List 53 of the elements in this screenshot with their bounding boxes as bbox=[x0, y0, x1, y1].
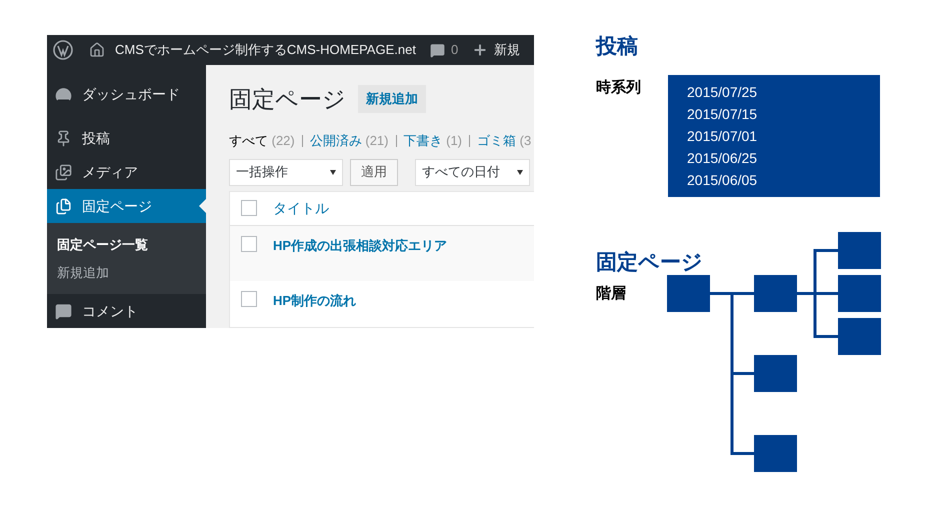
menu-icon bbox=[55, 164, 72, 180]
page-title-link[interactable]: HP制作の流れ bbox=[273, 290, 356, 310]
apply-button[interactable]: 適用 bbox=[350, 158, 398, 186]
post-date: 2015/06/05 bbox=[687, 171, 758, 190]
current-pointer-icon bbox=[199, 199, 206, 213]
menu-icon bbox=[55, 86, 72, 102]
sidebar-item[interactable]: 投稿 bbox=[47, 121, 206, 155]
tree-node bbox=[838, 318, 881, 355]
section-heading: 固定ページ bbox=[596, 250, 703, 276]
checkbox[interactable] bbox=[241, 200, 257, 216]
post-date: 2015/07/25 bbox=[687, 83, 758, 102]
page-title-link[interactable]: HP作成の出張相談対応エリア bbox=[273, 236, 448, 255]
section-label: 時系列 bbox=[596, 78, 642, 98]
post-date: 2015/07/15 bbox=[687, 105, 758, 124]
post-date: 2015/07/01 bbox=[687, 127, 758, 146]
dropdown-caret-icon bbox=[517, 170, 523, 174]
checkbox[interactable] bbox=[241, 290, 257, 306]
dropdown-caret-icon bbox=[330, 170, 336, 174]
title-column-link[interactable]: タイトル bbox=[273, 198, 329, 218]
section-heading: 投稿 bbox=[596, 34, 638, 60]
tree-node bbox=[754, 355, 797, 392]
tree-node bbox=[838, 275, 881, 312]
sidebar-item[interactable]: コメント bbox=[47, 294, 206, 328]
bulk-action-select[interactable]: 一括操作 bbox=[229, 158, 343, 186]
menu-icon bbox=[55, 198, 72, 214]
checkbox[interactable] bbox=[241, 236, 257, 252]
comment-icon[interactable] bbox=[430, 42, 445, 58]
page-title: 固定ページ bbox=[229, 84, 346, 114]
date-filter-select[interactable]: すべての日付 bbox=[415, 158, 530, 186]
submenu-item[interactable]: 新規追加 bbox=[47, 258, 206, 286]
site-name-link[interactable]: CMSでホームページ制作するCMS-HOMEPAGE.net bbox=[115, 40, 416, 60]
plus-icon[interactable] bbox=[472, 42, 488, 58]
tree-node bbox=[754, 275, 797, 312]
section-label: 階層 bbox=[596, 284, 627, 304]
status-filter-link[interactable]: 公開済み (21) bbox=[310, 131, 388, 150]
post-date: 2015/06/25 bbox=[687, 149, 758, 168]
home-icon[interactable] bbox=[89, 42, 105, 58]
wordpress-logo-icon[interactable] bbox=[53, 40, 73, 60]
tree-node bbox=[667, 275, 710, 312]
status-filter-link[interactable]: すべて (22) bbox=[229, 131, 295, 150]
menu-icon bbox=[55, 130, 72, 146]
tree-node bbox=[838, 232, 881, 269]
status-filter-link[interactable]: ゴミ箱 (3 bbox=[477, 131, 532, 150]
comment-count: 0 bbox=[450, 41, 458, 60]
sidebar-item[interactable]: ダッシュボード bbox=[47, 77, 206, 111]
tree-node bbox=[754, 435, 797, 472]
status-filter-link[interactable]: 下書き (1) bbox=[404, 131, 462, 150]
sidebar-item[interactable]: 固定ページ bbox=[47, 189, 206, 223]
sidebar-item[interactable]: メディア bbox=[47, 155, 206, 189]
add-new-button[interactable]: 新規追加 bbox=[358, 85, 426, 113]
submenu-item[interactable]: 固定ページ一覧 bbox=[47, 231, 206, 258]
new-link[interactable]: 新規 bbox=[494, 40, 520, 60]
menu-icon bbox=[55, 302, 72, 320]
